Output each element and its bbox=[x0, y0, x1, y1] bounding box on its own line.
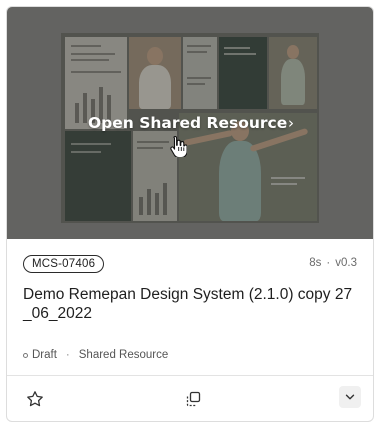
resource-version: v0.3 bbox=[335, 257, 357, 269]
star-icon bbox=[27, 391, 43, 407]
resource-preview[interactable]: Open Shared Resource › bbox=[7, 7, 373, 239]
chevron-down-icon bbox=[345, 394, 355, 400]
duplicate-icon bbox=[186, 391, 201, 407]
resource-meta: 8s · v0.3 bbox=[309, 257, 357, 269]
status-separator: · bbox=[65, 349, 70, 361]
card-footer bbox=[7, 376, 373, 421]
resource-type: Shared Resource bbox=[78, 349, 169, 361]
resource-age: 8s bbox=[309, 257, 322, 269]
open-shared-resource-link[interactable]: Open Shared Resource bbox=[88, 111, 287, 135]
resource-id-badge: MCS-07406 bbox=[23, 255, 105, 273]
favorite-button[interactable] bbox=[25, 389, 45, 409]
more-options-button[interactable] bbox=[339, 386, 361, 408]
status-dot-icon bbox=[23, 352, 28, 358]
resource-card[interactable]: Open Shared Resource › MCS-07406 8s · v0.3… bbox=[6, 6, 374, 422]
meta-separator: · bbox=[326, 257, 331, 269]
resource-status-row: Draft · Shared Resource bbox=[23, 349, 168, 361]
status-label: Draft bbox=[32, 349, 57, 361]
duplicate-button[interactable] bbox=[183, 389, 203, 409]
resource-info: MCS-07406 8s · v0.3 Demo Remepan Design Sy… bbox=[7, 239, 373, 375]
resource-title[interactable]: Demo Remepan Design System (2.1.0) copy … bbox=[23, 285, 357, 323]
hand-pointer-icon bbox=[169, 135, 188, 159]
chevron-right-icon: › bbox=[288, 114, 294, 132]
